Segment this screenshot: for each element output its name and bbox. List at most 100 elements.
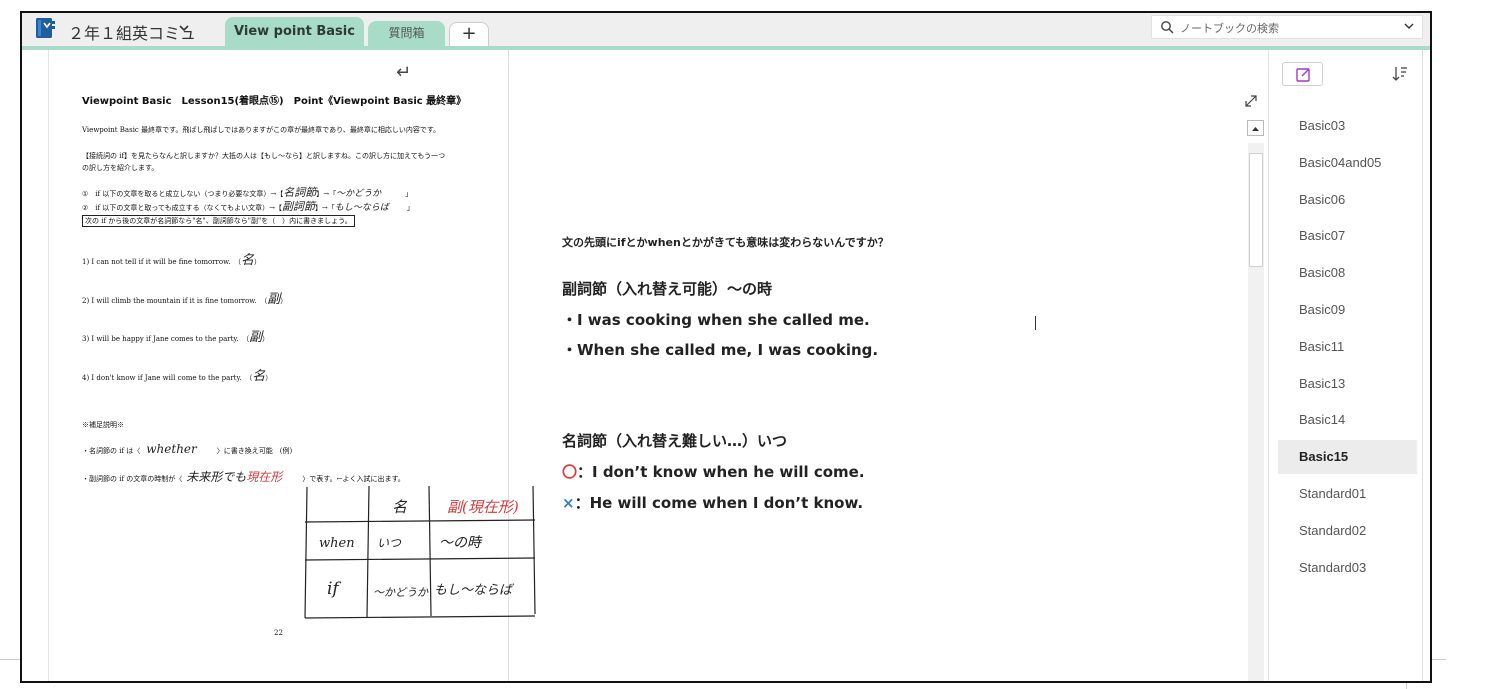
question-2: 2) I will climb the mountain if it is fi…: [82, 288, 287, 307]
page-item-basic09[interactable]: Basic09: [1278, 293, 1417, 327]
scroll-up-button[interactable]: [1247, 120, 1264, 136]
rule-text: 」: [406, 204, 414, 212]
circle-mark-icon: 〇: [562, 463, 578, 481]
notebook-search[interactable]: ノートブックの検索: [1151, 15, 1423, 39]
handwritten-answer-red: 現在形: [246, 470, 283, 484]
supplement-2: ・副詞節の if の文章の時制が〈 未来形でも現在形 〉で表す。←よく入試に出ます。: [82, 468, 405, 485]
page-item-basic15[interactable]: Basic15: [1278, 440, 1417, 475]
supplement-text: ・副詞節の if の文章の時制が〈: [82, 475, 183, 483]
expand-icon[interactable]: [1244, 94, 1258, 108]
question-text: 1) I can not tell if it will be fine tom…: [82, 258, 241, 266]
page-list-sidebar: Basic03 Basic04and05 Basic06 Basic07 Basic08…: [1268, 50, 1422, 681]
table-cell: もし～ならば: [434, 583, 514, 598]
question-text: 3) I will be happy if Jane comes to the …: [82, 335, 250, 343]
page-item-basic11[interactable]: Basic11: [1278, 330, 1417, 364]
supplement-text: ・名詞節の if は〈: [82, 447, 141, 455]
example-line: ・When she called me, I was cooking.: [562, 341, 879, 359]
document-paragraph: 【接続詞の if】を見たらなんと訳しますか？大抵の人は【もし～なら】と訳しますね…: [82, 152, 446, 160]
app-window: ２年１組英コミュ View point Basic 質問箱 + ノートブックの検…: [20, 11, 1432, 683]
add-page-button[interactable]: [1282, 62, 1323, 86]
page-item-basic07[interactable]: Basic07: [1278, 219, 1417, 253]
handwritten-answer: 名: [252, 369, 266, 384]
question-1: 1) I can not tell if it will be fine tom…: [82, 249, 261, 268]
background-line: [1432, 659, 1446, 660]
cross-mark-icon: ×: [562, 494, 575, 512]
table-header-cell: 名: [392, 498, 408, 516]
supplement-1: ・名詞節の if は〈 whether 〉に書き換え可能 (例): [82, 442, 292, 456]
page-item-basic06[interactable]: Basic06: [1278, 183, 1417, 217]
page-number: 22: [274, 629, 283, 637]
typed-notes[interactable]: 文の先頭にifとかwhenとかがきても意味は変わらないんですか？ 副詞節（入れ替…: [562, 50, 1242, 681]
page-item-basic03[interactable]: Basic03: [1278, 109, 1417, 143]
question-text: ）: [262, 335, 270, 343]
tab-view-point-basic[interactable]: View point Basic: [225, 17, 364, 46]
return-arrow-icon: ↵: [396, 62, 412, 83]
background-line: [0, 659, 20, 660]
notebook-icon[interactable]: [34, 17, 56, 39]
question-4: 4) I don't know if Jane will come to the…: [82, 365, 272, 384]
table-row-label: if: [327, 579, 341, 599]
text-cursor: [1035, 316, 1036, 330]
page-item-basic13[interactable]: Basic13: [1278, 367, 1417, 401]
sort-icon[interactable]: [1391, 65, 1409, 83]
handwritten-answer: 副: [267, 292, 281, 307]
rule-text: ② if 以下の文章と取っても成立する（なくてもよい文章）→【: [82, 204, 282, 212]
handwritten-answer: whether: [146, 442, 197, 456]
chevron-down-icon[interactable]: [1404, 21, 1414, 31]
example-text: ：I don’t know when he will come.: [577, 463, 865, 481]
supplement-text: 〉に書き換え可能 (例): [216, 447, 293, 455]
question-text: 4) I don't know if Jane will come to the…: [82, 374, 253, 382]
handwritten-answer: 副詞節: [281, 200, 315, 213]
question-text: ）: [265, 374, 273, 382]
notebook-title[interactable]: ２年１組英コミュ: [68, 20, 196, 44]
page-item-basic04and05[interactable]: Basic04and05: [1278, 146, 1417, 180]
handwritten-answer: 名: [240, 253, 254, 268]
page-item-basic08[interactable]: Basic08: [1278, 256, 1417, 290]
incorrect-example: ×：He will come when I don’t know.: [562, 492, 863, 513]
handwritten-answer: もし～ならば: [334, 203, 389, 213]
handwritten-answer: 未来形でも: [186, 470, 247, 484]
rule-2: ② if 以下の文章と取っても成立する（なくてもよい文章）→【副詞節】→「もし～…: [82, 198, 414, 214]
rule-text: 」: [405, 190, 413, 198]
correct-example: 〇：I don’t know when he will come.: [562, 461, 865, 482]
page-item-standard02[interactable]: Standard02: [1278, 514, 1417, 548]
vertical-scrollbar[interactable]: [1248, 143, 1264, 681]
tab-question-box[interactable]: 質問箱: [368, 21, 445, 46]
note-page[interactable]: ↵ Viewpoint Basic Lesson15(着眼点⑮) Point《V…: [22, 50, 1266, 681]
margin-guide: [48, 50, 49, 681]
table-header-cell: 副(現在形): [447, 498, 519, 516]
page-item-basic14[interactable]: Basic14: [1278, 403, 1417, 437]
table-cell: ～かどうか: [373, 586, 429, 599]
question-text: ）: [280, 297, 288, 305]
caret-up-icon: [1252, 127, 1259, 131]
instruction-box: 次の if から後の文章が名詞節なら"名"、副詞節なら"副"を（ ）内に書きまし…: [82, 215, 355, 227]
supplement-text: 〉で表す。←よく入試に出ます。: [302, 475, 405, 483]
question-text: 2) I will climb the mountain if it is fi…: [82, 297, 268, 305]
top-bar: ２年１組英コミュ View point Basic 質問箱 + ノートブックの検…: [22, 13, 1430, 46]
document-title: Viewpoint Basic Lesson15(着眼点⑮) Point《Vie…: [82, 96, 467, 107]
handwritten-table: 名 副(現在形) when いつ ～の時 if ～かどうか もし～ならば: [304, 485, 536, 619]
chevron-down-icon[interactable]: [178, 22, 190, 34]
document-intro: Viewpoint Basic 最終章です。飛ばし飛ばしではありますがこの章が最…: [82, 126, 441, 134]
rule-text: ① if 以下の文章を取ると成立しない（つまり必要な文章）→【: [82, 190, 284, 198]
page-item-standard01[interactable]: Standard01: [1278, 477, 1417, 511]
search-icon: [1161, 21, 1174, 34]
example-line: ・I was cooking when she called me.: [562, 311, 870, 329]
example-text: ：He will come when I don’t know.: [574, 494, 864, 512]
table-row-label: when: [319, 536, 355, 551]
rule-text: 】→「: [316, 190, 337, 198]
document-paragraph: の訳し方を紹介します。: [82, 164, 159, 172]
page-item-standard03[interactable]: Standard03: [1278, 551, 1417, 585]
scrollbar-thumb[interactable]: [1249, 153, 1263, 267]
add-section-button[interactable]: +: [449, 22, 489, 46]
handwritten-answer: 副: [249, 330, 263, 345]
question-3: 3) I will be happy if Jane comes to the …: [82, 326, 269, 345]
heading-adverb-clause: 副詞節（入れ替え可能）～の時: [562, 280, 773, 298]
background-line: [1406, 683, 1407, 689]
supplement-title: ※補足説明※: [82, 421, 124, 429]
edit-icon: [1296, 68, 1310, 82]
search-placeholder: ノートブックの検索: [1180, 22, 1279, 35]
question-text: ）: [254, 258, 261, 266]
sidebar-edge: [1422, 50, 1423, 681]
instruction-text: 次の if から後の文章が名詞節なら"名"、副詞節なら"副"を（ ）内に書きまし…: [82, 215, 355, 227]
